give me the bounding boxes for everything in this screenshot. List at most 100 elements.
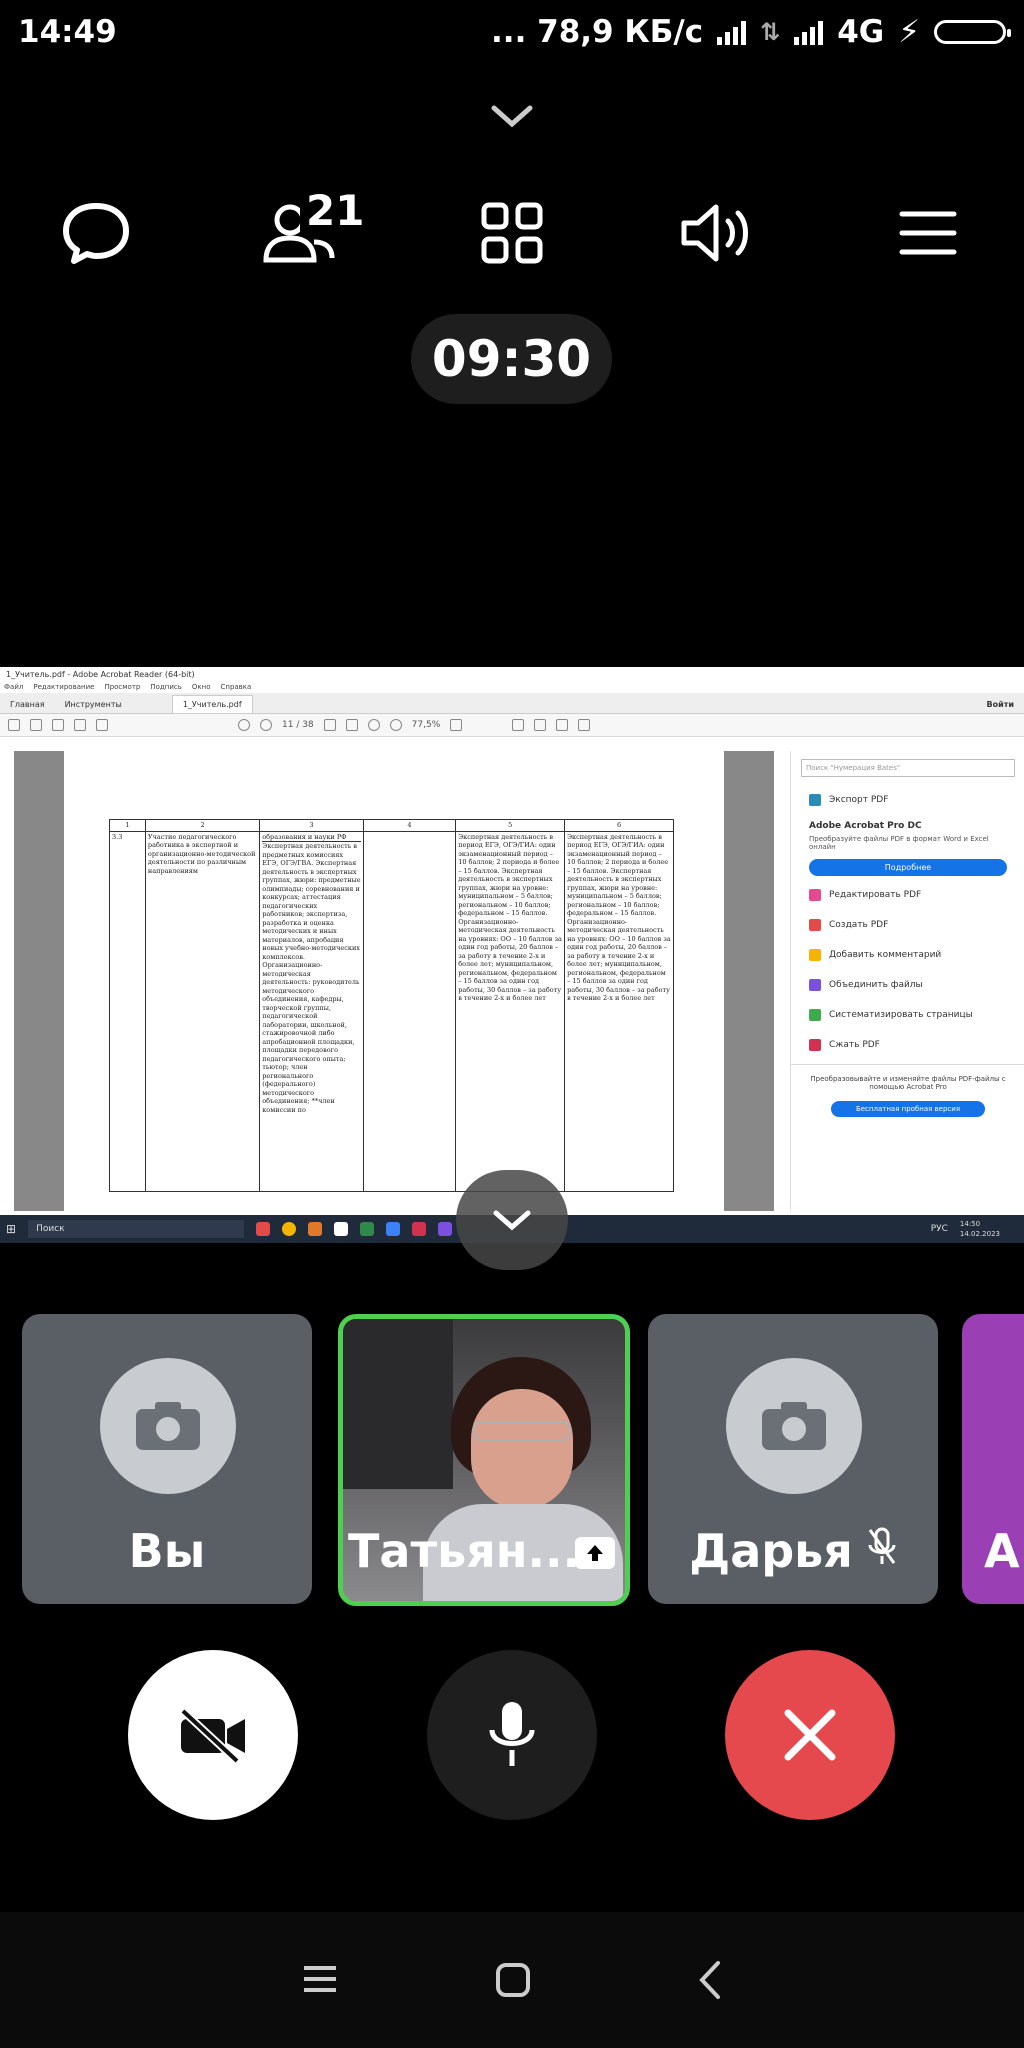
document-table: 1 2 3 4 5 6 3.3 Участие педагогического … xyxy=(109,819,674,1192)
table-cell: Экспертная деятельность в период ЕГЭ, ОГ… xyxy=(564,830,674,1192)
zoom-in-icon[interactable] xyxy=(389,719,402,731)
table-header-cell: 5 xyxy=(455,819,566,832)
side-item-label: Систематизировать страницы xyxy=(829,1010,973,1020)
comment-icon[interactable] xyxy=(512,719,525,731)
background-wall xyxy=(343,1319,453,1489)
recent-apps-icon[interactable] xyxy=(302,1964,338,1998)
tools-search-field[interactable]: Поиск "Нумерация Bates" xyxy=(801,759,1015,777)
menu-item[interactable]: Подпись xyxy=(150,683,182,691)
microphone-button[interactable] xyxy=(427,1650,597,1820)
charging-icon: ⚡ xyxy=(898,14,920,50)
table-cell xyxy=(362,830,457,1192)
home-icon[interactable] xyxy=(495,1962,531,2002)
person-face xyxy=(471,1389,573,1509)
acrobat-icon[interactable] xyxy=(412,1222,427,1236)
participant-name: Дарья xyxy=(648,1524,938,1578)
menu-icon[interactable] xyxy=(888,193,968,273)
participant-name: А xyxy=(984,1524,1020,1578)
minimize-call-icon[interactable] xyxy=(490,100,534,130)
page-up-icon[interactable] xyxy=(238,719,250,731)
table-cell-top: образования и науки РФ xyxy=(262,833,361,842)
free-trial-button[interactable]: Бесплатная пробная версия xyxy=(831,1101,985,1117)
delete-icon[interactable] xyxy=(578,719,591,731)
mail-icon[interactable] xyxy=(74,719,86,731)
mic-muted-icon xyxy=(867,1524,897,1578)
collapse-screen-button[interactable] xyxy=(456,1170,568,1270)
participant-tile-darya[interactable]: Дарья xyxy=(648,1314,938,1604)
search-icon[interactable] xyxy=(96,719,108,731)
acrobat-tabs: Главная Инструменты 1_Учитель.pdf Войти xyxy=(0,693,1024,714)
participant-tile-self[interactable]: Вы xyxy=(22,1314,312,1604)
table-cell: Экспертная деятельность в период ЕГЭ, ОГ… xyxy=(455,830,566,1192)
menu-item[interactable]: Просмотр xyxy=(104,683,140,691)
speaker-icon[interactable] xyxy=(678,193,758,273)
table-cell-text: Экспертная деятельность в предметных ком… xyxy=(262,842,361,1114)
excel-icon[interactable] xyxy=(360,1222,375,1236)
microphone-icon xyxy=(489,1702,535,1766)
grid-layout-icon[interactable] xyxy=(472,193,552,273)
tab-home[interactable]: Главная xyxy=(0,696,55,713)
participant-name: Вы xyxy=(128,1524,206,1578)
sign-icon[interactable] xyxy=(556,719,569,731)
menu-item[interactable]: Файл xyxy=(4,683,23,691)
taskbar-search[interactable]: Поиск xyxy=(28,1220,245,1238)
hand-icon[interactable] xyxy=(345,719,358,731)
signin-link[interactable]: Войти xyxy=(977,696,1024,713)
participant-name-label: Дарья xyxy=(689,1524,853,1578)
tab-document[interactable]: 1_Учитель.pdf xyxy=(171,695,253,713)
menu-item[interactable]: Редактирование xyxy=(33,683,94,691)
save-icon[interactable] xyxy=(8,719,20,731)
participant-name: Татьян... xyxy=(348,1524,580,1578)
menu-item[interactable]: Справка xyxy=(220,683,251,691)
signal-icon xyxy=(717,19,747,45)
zoom-out-icon[interactable] xyxy=(367,719,380,731)
participant-tile-partial[interactable]: А xyxy=(962,1314,1024,1604)
combine-files-item[interactable]: Объединить файлы xyxy=(791,970,1024,1000)
star-icon[interactable] xyxy=(30,719,42,731)
yandex-icon[interactable] xyxy=(334,1222,349,1236)
end-call-button[interactable] xyxy=(725,1650,895,1820)
print-icon[interactable] xyxy=(52,719,64,731)
export-pdf-item[interactable]: Экспорт PDF xyxy=(791,785,1024,815)
edit-pdf-item[interactable]: Редактировать PDF xyxy=(791,880,1024,910)
menu-item[interactable]: Окно xyxy=(192,683,211,691)
camera-toggle-button[interactable] xyxy=(128,1650,298,1820)
acrobat-side-panel: Поиск "Нумерация Bates" Экспорт PDF Adob… xyxy=(790,751,1024,1211)
compress-pdf-item[interactable]: Сжать PDF xyxy=(791,1030,1024,1060)
windows-start-icon[interactable]: ⊞ xyxy=(6,1222,16,1236)
app-icon[interactable] xyxy=(308,1222,323,1236)
back-icon[interactable] xyxy=(698,1960,722,2004)
table-cell: 3.3 xyxy=(109,830,146,1192)
more-button[interactable]: Подробнее xyxy=(809,859,1007,876)
table-header-cell: 6 xyxy=(564,819,674,832)
status-indicators: ... 78,9 КБ/с ⇅ 4G ⚡ xyxy=(491,14,1011,50)
battery-icon xyxy=(934,20,1011,44)
fit-page-icon[interactable] xyxy=(450,719,463,731)
create-pdf-item[interactable]: Создать PDF xyxy=(791,910,1024,940)
acrobat-pro-title: Adobe Acrobat Pro DC xyxy=(809,821,922,831)
shared-screen[interactable]: 1_Учитель.pdf - Adobe Acrobat Reader (64… xyxy=(0,667,1024,1243)
app-icon[interactable] xyxy=(438,1222,453,1236)
cursor-icon[interactable] xyxy=(323,719,336,731)
screen-share-icon xyxy=(575,1537,615,1569)
pdf-viewport[interactable]: 1 2 3 4 5 6 3.3 Участие педагогического … xyxy=(14,751,774,1211)
table-row: 3.3 Участие педагогического работника в … xyxy=(109,830,674,1192)
app-icon[interactable] xyxy=(256,1222,271,1236)
tab-tools[interactable]: Инструменты xyxy=(55,696,132,713)
pdf-page: 1 2 3 4 5 6 3.3 Участие педагогического … xyxy=(64,751,724,1211)
chat-icon[interactable] xyxy=(56,193,136,273)
add-comment-item[interactable]: Добавить комментарий xyxy=(791,940,1024,970)
organize-pages-item[interactable]: Систематизировать страницы xyxy=(791,1000,1024,1030)
camera-off-icon xyxy=(100,1358,236,1494)
page-down-icon[interactable] xyxy=(260,719,272,731)
keyboard-language[interactable]: РУС xyxy=(931,1224,948,1234)
table-header-cell: 3 xyxy=(259,819,364,832)
participants-count-badge: 21 xyxy=(300,186,371,235)
zoom-level[interactable]: 77,5% xyxy=(412,720,441,730)
pen-icon[interactable] xyxy=(534,719,547,731)
app-icon[interactable] xyxy=(386,1222,401,1236)
participant-tile-active-speaker[interactable]: Татьян... xyxy=(338,1314,630,1606)
chrome-icon[interactable] xyxy=(282,1222,297,1236)
page-indicator: 11 / 38 xyxy=(282,720,314,730)
side-item-label: Объединить файлы xyxy=(829,980,923,990)
